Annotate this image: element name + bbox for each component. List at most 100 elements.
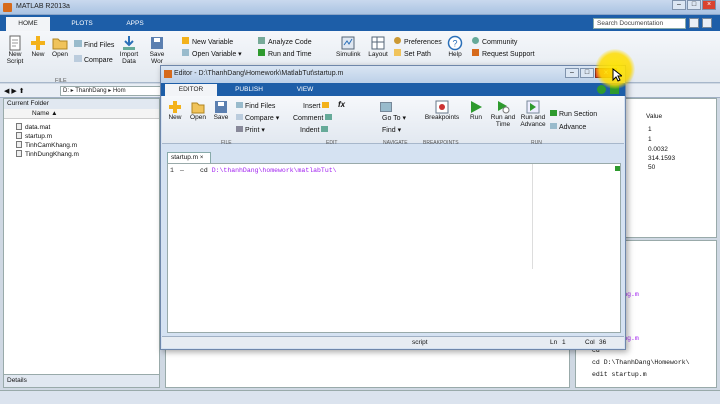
editor-open-label: Open — [190, 114, 206, 121]
right-margin-line — [532, 164, 533, 269]
name-column-header[interactable]: Name ▲ — [4, 109, 159, 119]
advance-button[interactable]: Advance — [550, 123, 586, 131]
editor-comment-button[interactable]: Comment — [293, 114, 333, 122]
request-support-button[interactable]: Request Support — [472, 49, 535, 58]
layout-button[interactable]: Layout — [366, 35, 390, 58]
run-and-time-icon — [258, 49, 265, 56]
tab-plots[interactable]: PLOTS — [60, 17, 104, 31]
editor-insert-button[interactable]: Insert — [303, 102, 330, 110]
run-and-time-icon — [498, 101, 510, 114]
tab-view[interactable]: VIEW — [279, 84, 331, 96]
editor-open-button[interactable]: Open — [188, 100, 208, 121]
editor-minimize-button[interactable]: – — [565, 68, 579, 78]
open-variable-button[interactable]: Open Variable ▾ — [182, 49, 242, 58]
value-column-header[interactable]: Value — [646, 113, 662, 120]
matlab-logo-icon — [3, 3, 12, 12]
run-and-advance-label-1: Run and — [520, 114, 546, 121]
status-mode: script — [412, 339, 428, 346]
simulink-button[interactable]: Simulink — [336, 35, 361, 58]
help-button[interactable]: ? Help — [444, 35, 466, 58]
run-and-time-button[interactable]: Run and Time — [258, 49, 312, 58]
close-button[interactable]: × — [702, 0, 716, 10]
mouse-pointer-icon — [612, 68, 622, 82]
file-item[interactable]: TinhCamKhang.m — [16, 141, 77, 150]
editor-find-label: Find — [382, 127, 396, 134]
run-section-button[interactable]: Run Section — [550, 110, 597, 118]
compare-button[interactable]: Compare — [74, 55, 113, 64]
analyze-code-icon — [258, 37, 265, 44]
history-line[interactable]: cd D:\ThanhDang\Homework\ — [592, 359, 690, 366]
editor-save-button[interactable]: Save — [212, 100, 230, 121]
status-col: 36 — [599, 339, 607, 346]
workspace-value: 0.0032 — [648, 146, 668, 153]
save-workspace-label-1: Save — [149, 51, 165, 58]
new-plus-icon — [31, 36, 45, 50]
code-editor[interactable]: 1 — cd D:\thanhDang\homework\matlabTut\ — [167, 163, 621, 333]
find-files-button[interactable]: Find Files — [74, 40, 114, 49]
new-variable-button[interactable]: New Variable — [182, 37, 233, 46]
tab-editor[interactable]: EDITOR — [165, 84, 217, 96]
editor-status-bar: script Ln 1 Col 36 — [162, 336, 624, 348]
maximize-button[interactable]: □ — [687, 0, 701, 10]
editor-compare-button[interactable]: Compare ▾ — [236, 114, 279, 122]
mat-file-icon — [16, 123, 22, 130]
code-line-1[interactable]: cd D:\thanhDang\homework\matlabTut\ — [200, 167, 337, 174]
save-workspace-button[interactable]: Save Wor — [146, 35, 168, 65]
import-data-button[interactable]: Import Data — [118, 35, 140, 65]
tab-home[interactable]: HOME — [6, 17, 50, 31]
run-play-icon — [471, 101, 482, 113]
new-script-button[interactable]: New Script — [4, 35, 26, 65]
editor-ribbon: New Open Save Find Files Compare ▾ Print… — [162, 96, 624, 144]
editor-find-files-button[interactable]: Find Files — [236, 102, 275, 110]
expand-icon[interactable] — [702, 18, 712, 28]
file-name: TinhCamKhang.m — [25, 142, 78, 149]
search-documentation-input[interactable]: Search Documentation — [593, 18, 686, 29]
code-analyzer-indicator[interactable] — [615, 166, 620, 171]
back-icon[interactable]: ◀ ▶ ⬆ — [4, 87, 25, 95]
community-button[interactable]: Community — [472, 37, 517, 46]
advance-label: Advance — [559, 124, 587, 131]
editor-indent-button[interactable]: Indent — [300, 126, 329, 134]
file-tab-startup[interactable]: startup.m × — [167, 152, 211, 163]
preferences-label: Preferences — [404, 39, 442, 46]
current-folder-title: Current Folder — [4, 99, 159, 109]
m-file-icon — [16, 132, 22, 139]
go-back-icon[interactable] — [380, 102, 392, 112]
editor-new-button[interactable]: New — [166, 100, 184, 121]
code-keyword: cd — [200, 167, 208, 174]
editor-go-to-label: Go To — [382, 115, 401, 122]
window-controls: – □ × — [671, 0, 716, 12]
current-path-input[interactable]: D: ▸ ThanhDang ▸ Hom — [60, 86, 165, 96]
editor-find-button[interactable]: Find ▾ — [382, 126, 401, 134]
file-item[interactable]: startup.m — [16, 132, 52, 141]
details-panel[interactable]: Details — [3, 374, 160, 388]
editor-maximize-button[interactable]: □ — [580, 68, 594, 78]
insert-function-button[interactable]: fx — [338, 100, 345, 109]
tab-publish[interactable]: PUBLISH — [223, 84, 275, 96]
history-line[interactable]: edit startup.m — [592, 371, 647, 378]
minimize-button[interactable]: – — [672, 0, 686, 10]
editor-print-button[interactable]: Print ▾ — [236, 126, 265, 134]
run-and-advance-button[interactable]: Run and Advance — [520, 100, 546, 128]
open-button[interactable]: Open — [50, 35, 70, 58]
new-variable-icon — [182, 37, 189, 44]
tab-apps[interactable]: APPS — [113, 17, 157, 31]
preferences-button[interactable]: Preferences — [394, 37, 442, 46]
run-button[interactable]: Run — [467, 100, 485, 121]
indent-icon — [321, 126, 329, 132]
analyze-code-button[interactable]: Analyze Code — [258, 37, 312, 46]
workspace-value: 314.1593 — [648, 155, 676, 162]
filter-icon[interactable] — [689, 18, 699, 28]
file-item[interactable]: data.mat — [16, 123, 50, 132]
breakpoints-button[interactable]: Breakpoints — [424, 100, 460, 121]
run-and-time-button[interactable]: Run and Time — [490, 100, 516, 128]
new-button[interactable]: New — [28, 35, 48, 58]
set-path-button[interactable]: Set Path — [394, 49, 431, 58]
editor-go-to-button[interactable]: Go To ▾ — [382, 114, 406, 122]
file-item[interactable]: TinhDungKhang.m — [16, 150, 79, 159]
run-section-icon — [550, 110, 557, 116]
file-tab-close-icon[interactable]: × — [200, 155, 204, 161]
simulink-label: Simulink — [336, 51, 361, 58]
editor-window: Editor - D:\ThanhDang\Homework\MatlabTut… — [160, 65, 626, 350]
path-drive: D: — [63, 88, 69, 94]
